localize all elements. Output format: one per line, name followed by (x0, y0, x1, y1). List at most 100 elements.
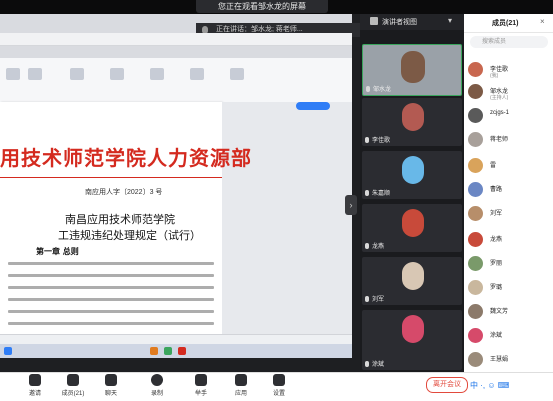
participant-row[interactable]: 蒋老师 (466, 130, 553, 150)
participant-row[interactable]: 龙燕 (466, 230, 553, 250)
participant-video (402, 156, 424, 184)
member-search-input[interactable]: 搜索成员 (470, 36, 548, 48)
hand-icon (195, 374, 207, 386)
doc-subtitle-line-2: 工违规违纪处理规定（试行） (58, 229, 201, 242)
tile-name: 涂斌 (372, 362, 385, 368)
chevron-down-icon[interactable]: ▾ (448, 16, 452, 25)
participant-row[interactable]: 刘军 (466, 204, 553, 224)
video-tile-active[interactable]: 邹水龙 (362, 44, 462, 96)
participant-role: (主持人) (490, 95, 509, 101)
bold-icon (110, 68, 124, 80)
mic-icon (365, 296, 369, 302)
mic-icon (365, 190, 369, 196)
doc-red-rule (0, 177, 222, 178)
avatar (468, 232, 483, 247)
participant-row[interactable]: 曹路 (466, 180, 553, 200)
avatar (468, 328, 483, 343)
gear-icon (273, 374, 285, 386)
participant-row[interactable]: 罗丽 (466, 254, 553, 274)
participant-name: 罗丽 (490, 261, 503, 267)
video-tile[interactable]: 涂斌 (362, 310, 462, 370)
doc-ribbon (0, 58, 352, 103)
app-icon[interactable] (178, 347, 186, 355)
invite-icon (29, 374, 41, 386)
tile-name: 李佳歌 (372, 138, 391, 144)
members-icon (67, 374, 79, 386)
os-taskbar (0, 344, 352, 358)
apps-button[interactable]: 应用 (224, 374, 258, 397)
participant-row[interactable]: 王慧娟 (466, 350, 553, 370)
mic-icon (366, 86, 370, 92)
start-icon[interactable] (4, 347, 12, 355)
mic-icon (365, 243, 369, 249)
participant-row[interactable]: 罗璐 (466, 278, 553, 298)
doc-chapter-heading: 第一章 总则 (36, 246, 79, 256)
format-icon (28, 68, 42, 80)
participant-name: 王慧娟 (490, 357, 509, 363)
doc-body-line (8, 286, 214, 289)
video-tile[interactable]: 朱嘉顺 (362, 151, 462, 199)
mic-icon (365, 361, 369, 367)
participant-row[interactable]: 雷 (466, 156, 553, 176)
participant-name: 罗璐 (490, 285, 503, 291)
apps-icon (235, 374, 247, 386)
doc-number: 南应用人字〔2022〕3 号 (85, 189, 163, 196)
participant-video (402, 262, 424, 290)
chat-button[interactable]: 聊天 (94, 374, 128, 397)
avatar (468, 256, 483, 271)
find-icon (230, 68, 244, 80)
screen-share-banner: 您正在观看邹水龙的屏幕 (196, 0, 328, 13)
font-icon (70, 68, 84, 80)
participant-name: 蒋老师 (490, 137, 509, 143)
participant-name: 魏文芳 (490, 309, 509, 315)
avatar (468, 280, 483, 295)
close-icon[interactable]: × (540, 17, 545, 26)
doc-side-badge (296, 102, 330, 110)
chat-icon (105, 374, 117, 386)
record-button[interactable]: 录制 (140, 374, 174, 397)
video-tile[interactable]: 刘军 (362, 257, 462, 305)
video-tile[interactable]: 龙燕 (362, 204, 462, 252)
avatar (468, 304, 483, 319)
view-mode-label[interactable]: 演讲者视图 (382, 17, 417, 27)
ime-indicator[interactable]: 中 ·, ☺ ⌨ (470, 380, 553, 394)
members-button[interactable]: 成员(21) (56, 374, 90, 397)
raise-hand-button[interactable]: 举手 (184, 374, 218, 397)
participant-name: 龙燕 (490, 237, 503, 243)
avatar (468, 108, 483, 123)
participant-row[interactable]: zcjgs-1 (466, 106, 553, 126)
participant-row[interactable]: 涂斌 (466, 326, 553, 346)
participants-header: 成员(21) × (464, 14, 553, 33)
avatar (468, 182, 483, 197)
tile-name: 朱嘉顺 (372, 191, 391, 197)
avatar (468, 158, 483, 173)
paste-icon (6, 68, 20, 80)
doc-window-titlebar (0, 33, 352, 46)
doc-body-line (8, 298, 214, 301)
collapse-handle-icon[interactable]: › (345, 195, 357, 215)
avatar (468, 62, 483, 77)
participant-row[interactable]: 邹水龙 (主持人) (466, 82, 553, 102)
participant-name: 曹路 (490, 187, 503, 193)
tile-name: 龙燕 (372, 244, 385, 250)
participant-row[interactable]: 魏文芳 (466, 302, 553, 322)
doc-body-line (8, 310, 214, 313)
participant-role: (我) (490, 73, 499, 79)
doc-subtitle-line-1: 南昌应用技术师范学院 (65, 213, 175, 226)
doc-body-line (8, 262, 214, 265)
doc-body-line (8, 322, 214, 325)
speaking-text: 正在讲话：邹水龙; 蒋老师... (216, 26, 303, 33)
invite-button[interactable]: 邀请 (18, 374, 52, 397)
participants-title: 成员(21) (492, 20, 519, 27)
participant-name: 雷 (490, 163, 497, 169)
doc-org-title: 用技术师范学院人力资源部 (0, 146, 252, 170)
app-icon[interactable] (164, 347, 172, 355)
participant-name: 刘军 (490, 211, 503, 217)
participant-row[interactable]: 李佳歌 (我) (466, 60, 553, 80)
align-icon (150, 68, 164, 80)
video-tile[interactable]: 李佳歌 (362, 98, 462, 146)
settings-button[interactable]: 设置 (262, 374, 296, 397)
mic-icon (365, 137, 369, 143)
leave-meeting-button[interactable]: 离开会议 (426, 377, 468, 393)
app-icon[interactable] (150, 347, 158, 355)
